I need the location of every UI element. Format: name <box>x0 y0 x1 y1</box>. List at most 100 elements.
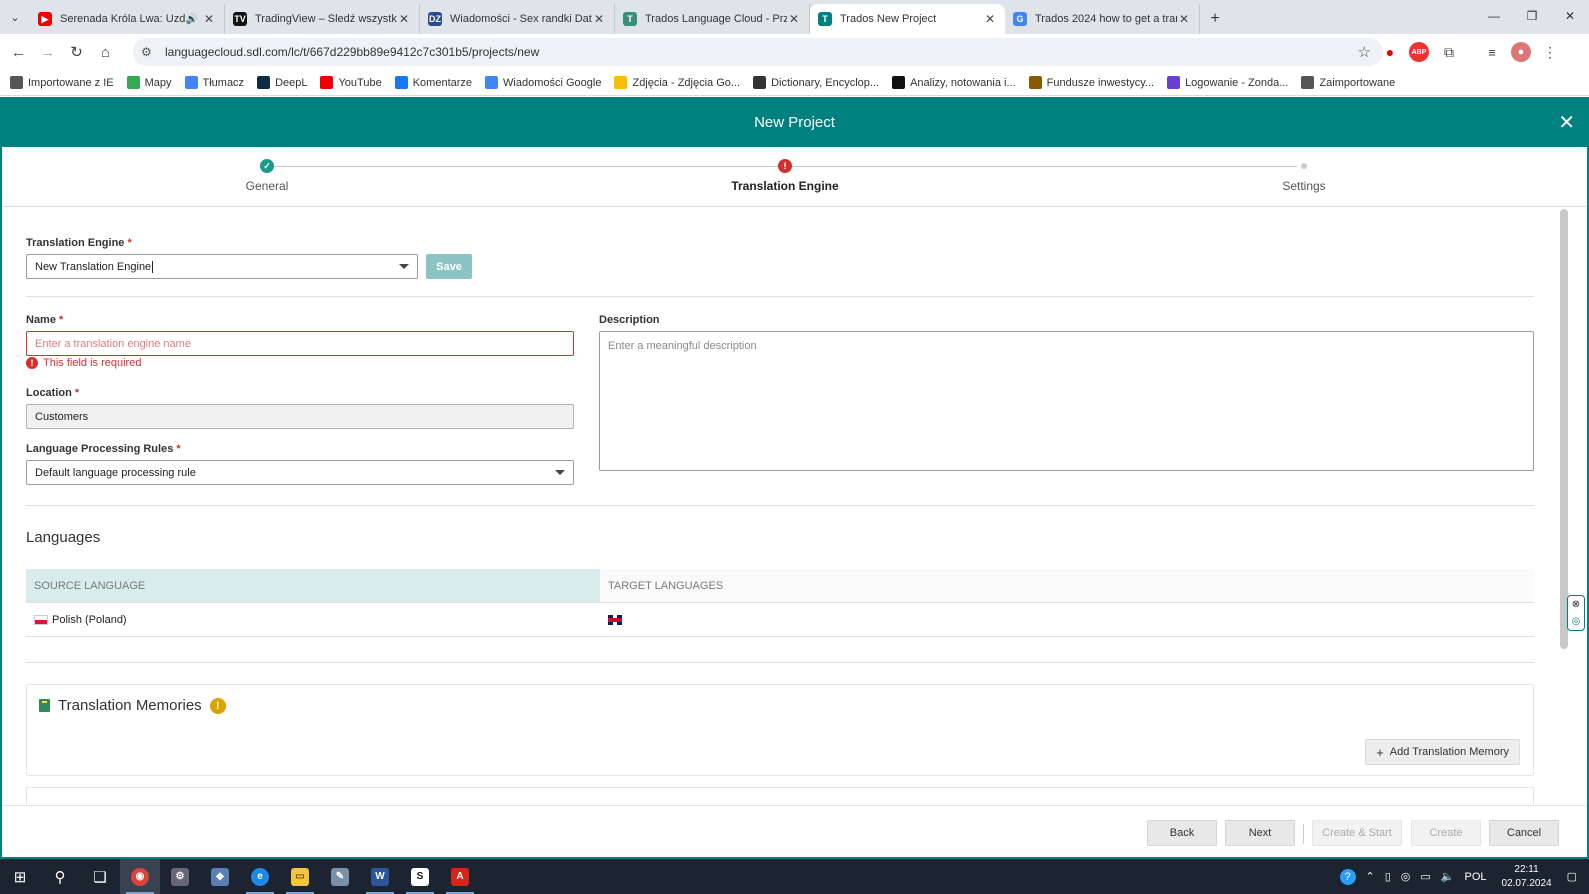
create-button[interactable]: Create <box>1411 820 1481 846</box>
bookmark-item[interactable]: Importowane z IE <box>10 76 114 89</box>
close-tab-icon[interactable]: ✕ <box>202 12 216 26</box>
browser-tab[interactable]: TV TradingView – Śledź wszystkie r ✕ <box>225 4 420 34</box>
task-view-icon[interactable]: ❏ <box>80 859 120 894</box>
bookmark-item[interactable]: DeepL <box>257 76 307 89</box>
adblock-extension-icon[interactable]: ABP <box>1409 42 1429 62</box>
warning-icon: ! <box>209 697 226 714</box>
step-general[interactable]: ✓ General <box>207 159 327 193</box>
bookmark-item[interactable]: Analizy, notowania i... <box>892 76 1016 89</box>
bookmark-item[interactable]: Dictionary, Encyclop... <box>753 76 879 89</box>
tab-search-icon[interactable]: ⌄ <box>0 0 30 34</box>
table-row: Polish (Poland) <box>26 603 1534 637</box>
close-tab-icon[interactable]: ✕ <box>787 12 801 26</box>
app-taskbar-icon[interactable]: S <box>400 859 440 894</box>
opera-extension-icon[interactable]: ● <box>1380 42 1400 62</box>
clock[interactable]: 22:11 02.07.2024 <box>1502 863 1552 891</box>
bookmark-item[interactable]: Fundusze inwestycy... <box>1028 76 1154 89</box>
home-icon[interactable]: ⌂ <box>91 38 120 66</box>
extensions-icon[interactable]: ⧉ <box>1439 42 1459 62</box>
step-settings[interactable]: Settings <box>1244 159 1364 193</box>
reload-icon[interactable]: ↻ <box>62 38 91 66</box>
tab-favicon-icon: ▶ <box>38 12 52 26</box>
close-window-icon[interactable]: ✕ <box>1551 0 1589 32</box>
notifications-icon[interactable]: ▢ <box>1567 870 1577 883</box>
audio-playing-icon[interactable]: 🔊 <box>186 14 198 25</box>
back-icon[interactable]: ← <box>4 38 33 66</box>
step-translation-engine[interactable]: ! Translation Engine <box>725 159 845 193</box>
help-icon[interactable]: ? <box>1339 868 1356 885</box>
close-tab-icon[interactable]: ✕ <box>983 12 997 26</box>
deepl-icon <box>257 76 271 89</box>
description-textarea[interactable]: Enter a meaningful description <box>599 331 1534 471</box>
next-button[interactable]: Next <box>1225 820 1295 846</box>
sync-icon[interactable]: ◎ <box>1401 870 1411 883</box>
forward-icon[interactable]: → <box>33 38 62 66</box>
bookmark-item[interactable]: Tłumacz <box>184 76 244 89</box>
minimize-icon[interactable]: — <box>1475 0 1513 32</box>
close-tab-icon[interactable]: ✕ <box>592 12 606 26</box>
next-section-card <box>26 787 1534 807</box>
media-control-icon[interactable]: ≡ <box>1482 42 1502 62</box>
bookmark-item[interactable]: Wiadomości Google <box>485 76 601 89</box>
cancel-button[interactable]: Cancel <box>1489 820 1559 846</box>
acrobat-taskbar-icon[interactable]: A <box>440 859 480 894</box>
side-widget[interactable]: ⊗ ◎ <box>1567 595 1585 631</box>
name-label: Name * <box>26 314 64 326</box>
app-taskbar-icon[interactable]: ✎ <box>320 859 360 894</box>
app-taskbar-icon[interactable]: ◆ <box>200 859 240 894</box>
address-bar[interactable]: ⚙ languagecloud.sdl.com/lc/t/667d229bb89… <box>133 38 1383 66</box>
bookmark-item[interactable]: Zaimportowane <box>1301 76 1395 89</box>
bookmark-item[interactable]: YouTube <box>320 76 382 89</box>
new-tab-button[interactable]: + <box>1200 4 1230 34</box>
bookmark-item[interactable]: Komentarze <box>394 76 472 89</box>
word-taskbar-icon[interactable]: W <box>360 859 400 894</box>
close-circle-icon[interactable]: ⊗ <box>1572 599 1580 610</box>
target-languages-cell <box>600 603 622 636</box>
browser-tab[interactable]: ▶ Serenada Króla Lwa: Uzdrav🔊 ✕ <box>30 4 225 34</box>
volume-icon[interactable]: 🔈 <box>1441 870 1455 883</box>
bookmark-item[interactable]: Logowanie - Zonda... <box>1167 76 1288 89</box>
chrome-taskbar-icon[interactable]: ◉ <box>120 859 160 894</box>
search-icon[interactable]: ⚲ <box>40 859 80 894</box>
browser-tab[interactable]: T Trados New Project ✕ <box>810 4 1005 34</box>
add-translation-memory-button[interactable]: + Add Translation Memory <box>1365 739 1520 765</box>
name-input[interactable]: Enter a translation engine name <box>26 331 574 356</box>
language-processing-rules-select[interactable]: Default language processing rule <box>26 460 574 485</box>
file-explorer-icon[interactable]: ▭ <box>280 859 320 894</box>
chevron-up-icon[interactable]: ⌃ <box>1366 870 1375 883</box>
app-taskbar-icon[interactable]: ⚙ <box>160 859 200 894</box>
save-button[interactable]: Save <box>426 254 472 279</box>
browser-toolbar: ← → ↻ ⌂ ⚙ languagecloud.sdl.com/lc/t/667… <box>0 34 1589 70</box>
bookmark-item[interactable]: Zdjęcia - Zdjęcia Go... <box>614 76 740 89</box>
site-info-icon[interactable]: ⚙ <box>141 45 159 59</box>
tab-favicon-icon: T <box>818 12 832 26</box>
close-tab-icon[interactable]: ✕ <box>1177 12 1191 26</box>
divider <box>1303 824 1304 844</box>
create-and-start-button[interactable]: Create & Start <box>1312 820 1402 846</box>
battery-icon[interactable]: ▯ <box>1385 870 1391 883</box>
keyboard-language[interactable]: POL <box>1465 871 1487 883</box>
profile-avatar[interactable]: ● <box>1511 42 1531 62</box>
browser-tab[interactable]: G Trados 2024 how to get a transl ✕ <box>1005 4 1200 34</box>
step-label: Translation Engine <box>731 179 839 193</box>
chevron-down-icon <box>555 470 565 475</box>
network-icon[interactable]: ▭ <box>1420 870 1430 883</box>
bookmark-label: Zdjęcia - Zdjęcia Go... <box>632 76 741 89</box>
browser-tab[interactable]: DZ Wiadomości - Sex randki Date: ✕ <box>420 4 615 34</box>
target-icon[interactable]: ◎ <box>1572 616 1581 627</box>
close-tab-icon[interactable]: ✕ <box>397 12 411 26</box>
edge-taskbar-icon[interactable]: e <box>240 859 280 894</box>
location-field[interactable]: Customers <box>26 404 574 429</box>
name-error-message: ! This field is required <box>26 357 141 369</box>
bookmark-item[interactable]: Mapy <box>126 76 172 89</box>
modal-content: Translation Engine * New Translation Eng… <box>2 207 1568 807</box>
windows-start-icon[interactable]: ⊞ <box>0 859 40 894</box>
tab-title: Trados New Project <box>840 13 937 25</box>
browser-menu-icon[interactable]: ⋮ <box>1540 42 1560 62</box>
close-icon[interactable]: ✕ <box>1558 110 1575 135</box>
back-button[interactable]: Back <box>1147 820 1217 846</box>
restore-icon[interactable]: ❐ <box>1513 0 1551 32</box>
browser-tab[interactable]: T Trados Language Cloud - Przyg ✕ <box>615 4 810 34</box>
bookmark-star-icon[interactable]: ☆ <box>1358 43 1371 61</box>
translation-engine-select[interactable]: New Translation Engine <box>26 254 418 279</box>
